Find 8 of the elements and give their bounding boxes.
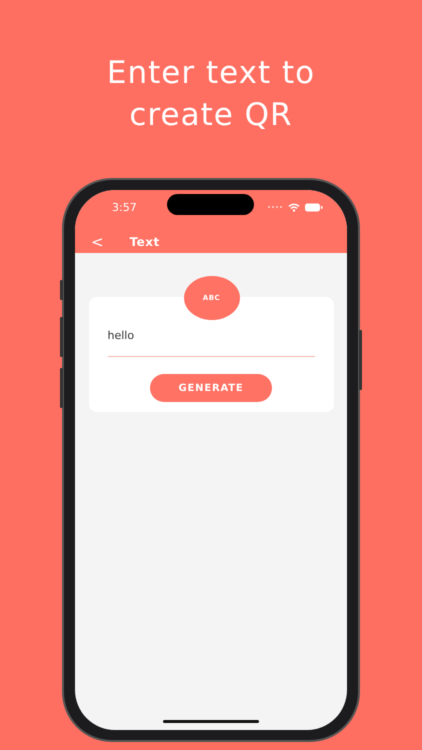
back-button[interactable]: < (87, 233, 108, 251)
screen-title: Text (130, 235, 160, 249)
wifi-icon (288, 202, 300, 212)
status-time: 3:57 (112, 200, 137, 214)
generate-button[interactable]: GENERATE (150, 374, 272, 402)
signal-icon (267, 205, 283, 209)
battery-icon (305, 202, 323, 212)
headline: Enter text to create QR (106, 54, 316, 135)
